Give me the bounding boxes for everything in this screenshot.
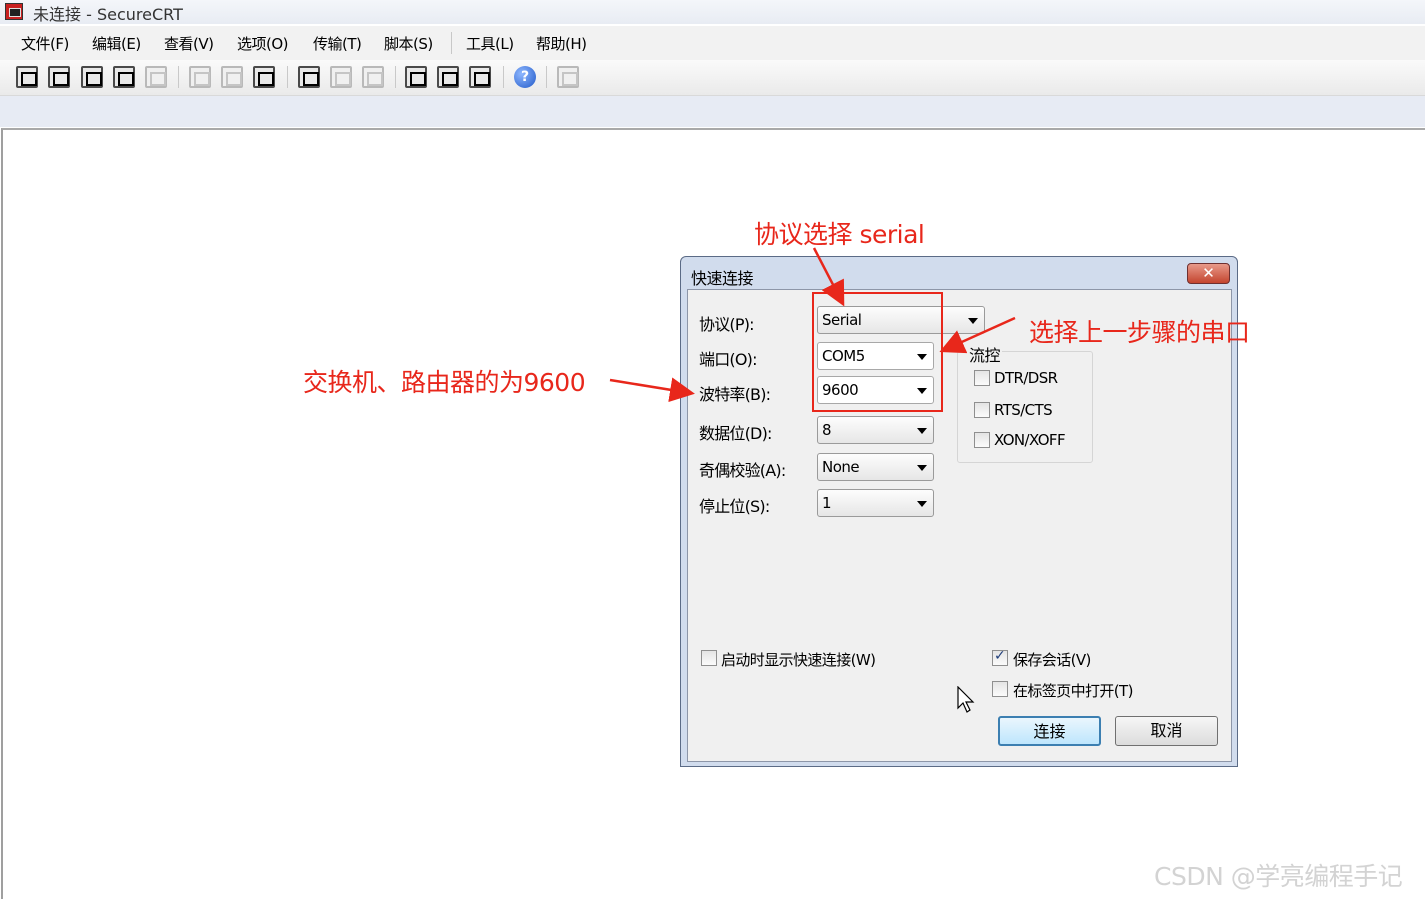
disconnect-icon[interactable] — [145, 66, 167, 88]
securecrt-app-icon[interactable] — [5, 3, 23, 20]
highlight-box — [812, 292, 943, 412]
menu-separator — [451, 32, 452, 54]
menu-transfer[interactable]: 传输(T) — [313, 33, 362, 54]
connect-button[interactable]: 连接 — [998, 716, 1101, 746]
dtr-dsr-checkbox[interactable] — [974, 370, 990, 386]
annotation-protocol: 协议选择 serial — [754, 220, 925, 249]
parity-select[interactable]: None — [817, 453, 934, 481]
connect-in-tab-icon[interactable] — [81, 66, 103, 88]
data-bits-select[interactable]: 8 — [817, 416, 934, 444]
print-icon[interactable] — [298, 66, 320, 88]
menu-edit[interactable]: 编辑(E) — [92, 33, 141, 54]
find-icon[interactable] — [253, 66, 275, 88]
menu-view[interactable]: 查看(V) — [164, 33, 214, 54]
baud-rate-label: 波特率(B): — [699, 385, 771, 404]
open-in-tab-checkbox[interactable] — [992, 681, 1008, 697]
quick-connect-icon[interactable] — [48, 66, 70, 88]
xon-xoff-checkbox[interactable] — [974, 432, 990, 448]
toolbar-separator — [287, 66, 288, 88]
menu-file[interactable]: 文件(F) — [21, 33, 69, 54]
cancel-button[interactable]: 取消 — [1115, 716, 1218, 746]
annotation-port: 选择上一步骤的串口 — [1029, 318, 1250, 347]
dtr-dsr-label: DTR/DSR — [994, 369, 1058, 387]
flow-control-title: 流控 — [967, 342, 1003, 366]
save-session-label: 保存会话(V) — [1013, 651, 1091, 669]
menu-tools[interactable]: 工具(L) — [466, 33, 514, 54]
tab-strip — [0, 96, 1425, 127]
chevron-down-icon — [917, 501, 927, 507]
window-title: 未连接 - SecureCRT — [33, 5, 183, 24]
open-in-tab-label: 在标签页中打开(T) — [1013, 682, 1133, 700]
title-bar: 未连接 - SecureCRT — [0, 0, 1425, 24]
mouse-cursor-icon — [957, 686, 975, 713]
stop-bits-value: 1 — [822, 494, 832, 512]
menu-script[interactable]: 脚本(S) — [384, 33, 433, 54]
data-bits-label: 数据位(D): — [699, 424, 772, 443]
toolbar — [0, 60, 1425, 96]
menu-bar: 文件(F) 编辑(E) 查看(V) 选项(O) 传输(T) 脚本(S) 工具(L… — [0, 26, 1425, 60]
rts-cts-label: RTS/CTS — [994, 401, 1053, 419]
toolbar-separator — [178, 66, 179, 88]
annotation-baud: 交换机、路由器的为9600 — [303, 368, 586, 397]
show-on-startup-label: 启动时显示快速连接(W) — [721, 651, 876, 669]
stop-bits-label: 停止位(S): — [699, 497, 770, 516]
chevron-down-icon — [917, 465, 927, 471]
help-icon[interactable]: ? — [514, 66, 536, 88]
parity-label: 奇偶校验(A): — [699, 461, 786, 480]
show-on-startup-checkbox[interactable] — [701, 650, 717, 666]
global-options-icon[interactable] — [437, 66, 459, 88]
menu-options[interactable]: 选项(O) — [237, 33, 289, 54]
chevron-down-icon — [917, 428, 927, 434]
menu-help[interactable]: 帮助(H) — [536, 33, 587, 54]
data-bits-value: 8 — [822, 421, 832, 439]
watermark: CSDN @学亮编程手记 — [1154, 862, 1403, 891]
save-session-checkbox[interactable] — [992, 648, 1008, 666]
dialog-title: 快速连接 — [691, 269, 754, 288]
copy-icon[interactable] — [189, 66, 211, 88]
xon-xoff-label: XON/XOFF — [994, 431, 1066, 449]
chevron-down-icon — [968, 318, 978, 324]
window-icon[interactable] — [557, 66, 579, 88]
connect-icon[interactable] — [16, 66, 38, 88]
paste-icon[interactable] — [221, 66, 243, 88]
close-icon[interactable]: ✕ — [1187, 263, 1230, 284]
stop-bits-select[interactable]: 1 — [817, 489, 934, 517]
toolbar-separator — [395, 66, 396, 88]
toolbar-separator — [546, 66, 547, 88]
reconnect-icon[interactable] — [113, 66, 135, 88]
print-setup-icon[interactable] — [362, 66, 384, 88]
keymap-icon[interactable] — [469, 66, 491, 88]
session-options-icon[interactable] — [405, 66, 427, 88]
print-selection-icon[interactable] — [330, 66, 352, 88]
parity-value: None — [822, 458, 860, 476]
toolbar-separator — [503, 66, 504, 88]
port-label: 端口(O): — [699, 350, 757, 369]
protocol-label: 协议(P): — [699, 315, 755, 334]
rts-cts-checkbox[interactable] — [974, 402, 990, 418]
